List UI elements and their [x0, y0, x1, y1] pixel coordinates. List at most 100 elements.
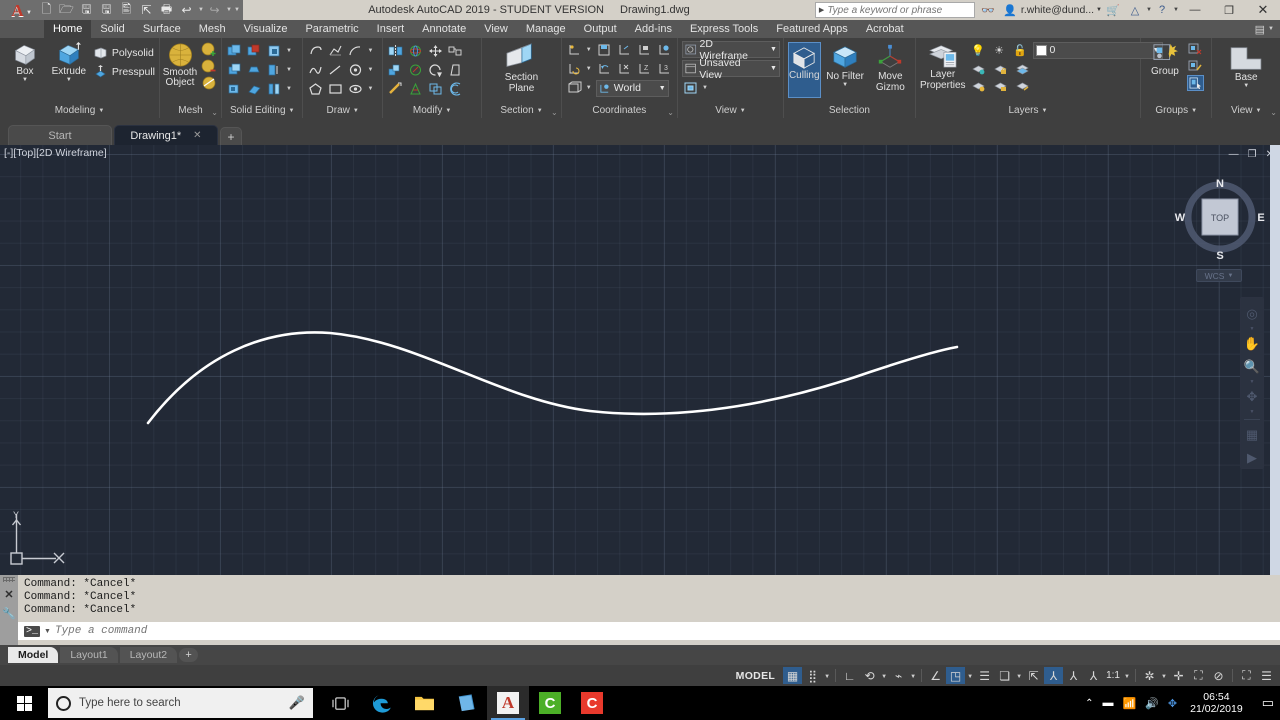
- layer-unisolate-icon[interactable]: [970, 78, 987, 94]
- annotation-scale-value[interactable]: 1:1: [1104, 670, 1122, 681]
- 3d-mirror-icon[interactable]: [387, 43, 404, 59]
- zoom-extents-icon[interactable]: 🔍: [1242, 357, 1262, 377]
- ucs-previous-icon[interactable]: [596, 61, 613, 77]
- panel-expand-icon[interactable]: ⌄: [551, 108, 558, 117]
- chevron-down-icon[interactable]: ▼: [286, 67, 293, 73]
- red-app-icon[interactable]: C: [571, 686, 613, 720]
- ucs-view-icon[interactable]: [656, 42, 673, 58]
- drawing-canvas[interactable]: [-][Top][2D Wireframe] — ❐ ✕: [0, 145, 1280, 575]
- play-icon[interactable]: ▶: [1242, 448, 1262, 468]
- new-icon[interactable]: 🗋: [38, 2, 55, 18]
- chevron-down-icon[interactable]: ▼: [823, 667, 831, 684]
- clean-screen-icon[interactable]: ⛶: [1237, 667, 1256, 684]
- chevron-down-icon[interactable]: ▼: [1015, 667, 1023, 684]
- ribbon-tab-view[interactable]: View: [475, 20, 517, 38]
- doc-tab-drawing1[interactable]: Drawing1* ✕: [114, 125, 218, 145]
- dynamic-input-toggle[interactable]: ⅄: [1064, 667, 1083, 684]
- slice-icon[interactable]: [246, 81, 263, 97]
- lineweight-toggle[interactable]: ☰: [975, 667, 994, 684]
- taper-icon[interactable]: [447, 62, 464, 78]
- chevron-down-icon[interactable]: ▼: [22, 77, 28, 83]
- circle-icon[interactable]: [347, 62, 364, 78]
- isolate-objects-icon[interactable]: ⛶: [1189, 667, 1208, 684]
- 3d-array-icon[interactable]: [387, 62, 404, 78]
- steering-wheel-icon[interactable]: ◎: [1242, 304, 1262, 324]
- command-input[interactable]: [54, 625, 1280, 637]
- chevron-down-icon[interactable]: ▼: [909, 667, 917, 684]
- layer-isolate-icon[interactable]: [970, 61, 987, 77]
- snap-mode-toggle[interactable]: ⣿: [803, 667, 822, 684]
- imprint-icon[interactable]: [226, 81, 243, 97]
- save-as-icon[interactable]: 🖫: [98, 2, 115, 18]
- showmotion-icon[interactable]: ▦: [1242, 425, 1262, 445]
- ungroup-icon[interactable]: [1187, 41, 1204, 57]
- drag-handle-icon[interactable]: [3, 577, 15, 582]
- layout-tab-layout2[interactable]: Layout2: [119, 647, 178, 663]
- offset-faces-icon[interactable]: [266, 62, 283, 78]
- qat-customize-icon[interactable]: ▼: [234, 7, 240, 13]
- close-button[interactable]: ✕: [1246, 0, 1280, 20]
- layer-properties-button[interactable]: Layer Properties: [920, 41, 966, 91]
- polar-tracking-toggle[interactable]: ◳: [946, 667, 966, 684]
- menu-icon[interactable]: ☰: [1257, 667, 1276, 684]
- group-selection-toggle-icon[interactable]: [1186, 75, 1204, 91]
- chevron-down-icon[interactable]: ▼: [44, 628, 51, 635]
- rectangle-icon[interactable]: [327, 81, 344, 97]
- ribbon-tab-insert[interactable]: Insert: [368, 20, 414, 38]
- 3d-scale-icon[interactable]: [407, 62, 424, 78]
- undo-dropdown-icon[interactable]: ▼: [198, 7, 204, 13]
- chevron-down-icon[interactable]: ▼: [1250, 327, 1255, 332]
- ucs-named-icon[interactable]: [596, 42, 613, 58]
- wcs-selector[interactable]: WCS ▼: [1196, 269, 1242, 282]
- start-button[interactable]: [0, 686, 48, 720]
- chevron-down-icon[interactable]: ▼: [1250, 380, 1255, 385]
- chevron-down-icon[interactable]: ▼: [1250, 410, 1255, 415]
- maximize-button[interactable]: ❐: [1212, 0, 1246, 20]
- chamfer-edge-icon[interactable]: [407, 81, 424, 97]
- interfere-icon[interactable]: [427, 81, 444, 97]
- user-avatar-icon[interactable]: 👤: [999, 0, 1021, 20]
- panel-expand-icon[interactable]: ⌄: [667, 108, 674, 117]
- microphone-icon[interactable]: 🎤: [289, 695, 305, 711]
- ucs-combo[interactable]: World ▼: [595, 79, 669, 97]
- close-icon[interactable]: ✕: [4, 588, 13, 601]
- taper-faces-icon[interactable]: [246, 62, 263, 78]
- autodesk-triangle-icon[interactable]: △: [1124, 0, 1146, 20]
- ribbon-tab-parametric[interactable]: Parametric: [296, 20, 367, 38]
- ucs-rotate-icon[interactable]: [566, 61, 583, 77]
- chevron-down-icon[interactable]: ▼: [367, 67, 374, 73]
- object-snap-toggle[interactable]: ⌁: [889, 667, 908, 684]
- polyline-icon[interactable]: [307, 43, 324, 59]
- infer-constraints-toggle[interactable]: ∟: [840, 667, 859, 684]
- viewport-configuration-icon[interactable]: [682, 80, 699, 96]
- search-expand-icon[interactable]: ▶: [816, 6, 827, 14]
- rotate-icon[interactable]: [427, 62, 444, 78]
- chevron-down-icon[interactable]: ▼: [1268, 26, 1274, 32]
- plot-icon[interactable]: 🖶: [158, 2, 175, 18]
- fillet-edge-icon[interactable]: [387, 81, 404, 97]
- filter-button[interactable]: No Filter ▼: [825, 42, 866, 88]
- ortho-mode-toggle[interactable]: ∠: [926, 667, 945, 684]
- customization-icon[interactable]: ✛: [1169, 667, 1188, 684]
- ribbon-display-icon[interactable]: ▤: [1255, 23, 1265, 36]
- smooth-object-button[interactable]: Smooth Object: [162, 41, 198, 88]
- ribbon-tab-manage[interactable]: Manage: [517, 20, 575, 38]
- polysolid-button[interactable]: Polysolid: [92, 44, 155, 62]
- show-hidden-icons-icon[interactable]: ⌃: [1085, 698, 1093, 709]
- dynamic-ucs-toggle[interactable]: ⟲: [860, 667, 879, 684]
- 3d-align-icon[interactable]: [447, 43, 464, 59]
- panel-title-layers[interactable]: Layers ▼: [916, 103, 1140, 118]
- ribbon-tab-mesh[interactable]: Mesh: [190, 20, 235, 38]
- panel-title-view[interactable]: View ▼: [678, 103, 783, 118]
- ellipse-icon[interactable]: [347, 81, 364, 97]
- culling-button[interactable]: Culling: [787, 42, 821, 98]
- panel-title-section[interactable]: Section ▼ ⌄: [482, 103, 560, 118]
- panel-title-draw[interactable]: Draw ▼: [303, 103, 381, 118]
- chevron-down-icon[interactable]: ▼: [367, 86, 374, 92]
- layer-merge-icon[interactable]: [1014, 61, 1031, 77]
- redo-dropdown-icon[interactable]: ▼: [226, 7, 232, 13]
- layout-tab-layout1[interactable]: Layout1: [60, 647, 118, 663]
- search-input[interactable]: [827, 4, 974, 16]
- chevron-down-icon[interactable]: ▼: [586, 85, 593, 91]
- grid-display-toggle[interactable]: ▦: [783, 667, 803, 684]
